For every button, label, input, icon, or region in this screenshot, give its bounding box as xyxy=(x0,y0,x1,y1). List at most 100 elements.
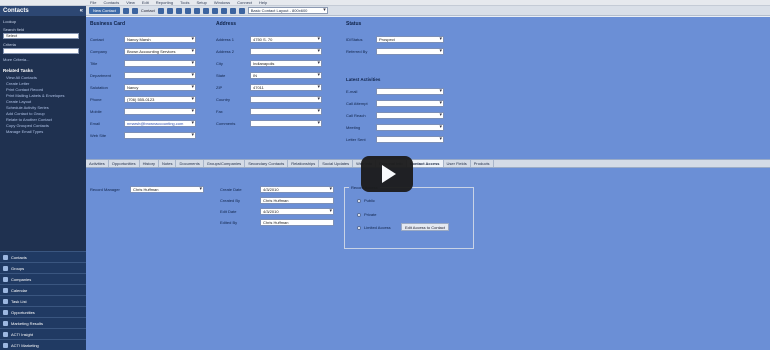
field-row: Contact Nancy Marsh xyxy=(90,35,196,44)
previous-record-icon[interactable] xyxy=(166,7,173,14)
first-record-icon[interactable] xyxy=(157,7,164,14)
field-value[interactable] xyxy=(250,96,322,103)
created-by-field[interactable]: Chris Huffman xyxy=(260,197,334,204)
tab-user-fields[interactable]: User Fields xyxy=(444,160,471,167)
field-value[interactable]: (706) 555-0123 xyxy=(124,96,196,103)
limited-option[interactable]: Limited Access xyxy=(357,225,391,230)
nav-item-4[interactable]: Task List xyxy=(0,295,86,306)
tab-activities[interactable]: Activities xyxy=(86,160,109,167)
field-value[interactable]: Brown Accounting Services xyxy=(124,48,196,55)
video-play-button[interactable] xyxy=(361,156,413,192)
nav-label: Opportunities xyxy=(11,309,35,315)
collapse-icon[interactable]: « xyxy=(80,8,83,14)
field-value[interactable] xyxy=(124,132,196,139)
nav-item-2[interactable]: Companies xyxy=(0,273,86,284)
tab-documents[interactable]: Documents xyxy=(176,160,204,167)
tab-products[interactable]: Products xyxy=(471,160,494,167)
field-value[interactable]: nmarsh@brownaccounting.com xyxy=(124,120,196,127)
field-row: E-mail xyxy=(346,87,444,96)
nav-icon xyxy=(3,276,8,282)
criteria-input[interactable] xyxy=(3,48,79,54)
save-icon[interactable] xyxy=(122,7,129,14)
field-value[interactable] xyxy=(376,124,444,131)
create-date-field[interactable]: 4/3/2010 xyxy=(260,186,334,193)
record-manager-select[interactable]: Chris Huffman xyxy=(130,186,204,193)
edited-by-field[interactable]: Chris Huffman xyxy=(260,219,334,226)
new-contact-button[interactable]: New Contact xyxy=(89,7,120,14)
lookup-icon[interactable] xyxy=(193,7,200,14)
phone-icon[interactable] xyxy=(211,7,218,14)
related-tasks-list: View All Contacts Create Letter Print Cont… xyxy=(0,75,86,134)
tab-relationships[interactable]: Relationships xyxy=(288,160,320,167)
record-access-group: Record Access Public Private Limited Acc… xyxy=(344,185,474,249)
tab-opportunities[interactable]: Opportunities xyxy=(109,160,140,167)
field-value[interactable]: Prospect xyxy=(376,36,444,43)
email-icon[interactable] xyxy=(202,7,209,14)
tab-social-updates[interactable]: Social Updates xyxy=(319,160,354,167)
edited-by-row: Edited By Chris Huffman xyxy=(220,218,334,227)
nav-item-7[interactable]: ACT! Insight xyxy=(0,328,86,339)
public-radio[interactable] xyxy=(357,198,361,203)
field-value[interactable]: 4750 S. 70 xyxy=(250,36,322,43)
private-radio[interactable] xyxy=(357,212,361,217)
nav-item-0[interactable]: Contacts xyxy=(0,251,86,262)
attach-icon[interactable] xyxy=(229,7,236,14)
next-record-icon[interactable] xyxy=(175,7,182,14)
print-icon[interactable] xyxy=(131,7,138,14)
contact-detail: Business Card Contact Nancy Marsh Company B… xyxy=(86,17,770,350)
tab-notes[interactable]: Notes xyxy=(159,160,177,167)
related-task-link[interactable]: Create Layout xyxy=(6,99,86,104)
private-label: Private xyxy=(364,212,377,217)
public-option[interactable]: Public xyxy=(357,198,375,203)
more-criteria-link[interactable]: More Criteria... xyxy=(3,57,83,62)
tab-history[interactable]: History xyxy=(140,160,160,167)
related-task-link[interactable]: Print Contact Record xyxy=(6,87,86,92)
field-row: Company Brown Accounting Services xyxy=(90,47,196,56)
field-value[interactable] xyxy=(250,120,322,127)
nav-item-8[interactable]: ACT! Marketing xyxy=(0,339,86,350)
field-value[interactable] xyxy=(376,136,444,143)
nav-item-3[interactable]: Calendar xyxy=(0,284,86,295)
field-row: Salutation Nancy xyxy=(90,83,196,92)
related-task-link[interactable]: Relate to Another Contact xyxy=(6,117,86,122)
related-task-link[interactable]: Manage Email Types xyxy=(6,129,86,134)
tab-secondary-contacts[interactable]: Secondary Contacts xyxy=(245,160,289,167)
layout-select[interactable]: Basic Contact Layout - 800x600 xyxy=(247,7,328,14)
nav-item-1[interactable]: Groups xyxy=(0,262,86,273)
search-field-select[interactable]: Select xyxy=(3,33,79,39)
calendar-icon[interactable] xyxy=(220,7,227,14)
tab-groups-companies[interactable]: Groups/Companies xyxy=(204,160,246,167)
field-value[interactable] xyxy=(376,100,444,107)
field-value[interactable] xyxy=(124,60,196,67)
private-option[interactable]: Private xyxy=(357,212,376,217)
nav-item-6[interactable]: Marketing Results xyxy=(0,317,86,328)
field-value[interactable] xyxy=(376,88,444,95)
field-label: Email xyxy=(90,121,101,126)
related-task-link[interactable]: Add Contact to Group xyxy=(6,111,86,116)
field-value[interactable]: Indianapolis xyxy=(250,60,322,67)
related-task-link[interactable]: Print Mailing Labels & Envelopes xyxy=(6,93,86,98)
field-row: State IN xyxy=(216,71,322,80)
field-value[interactable]: Nancy xyxy=(124,84,196,91)
field-value[interactable] xyxy=(250,108,322,115)
field-value[interactable]: Nancy Marsh xyxy=(124,36,196,43)
field-value[interactable] xyxy=(250,48,322,55)
related-task-link[interactable]: Create Letter xyxy=(6,81,86,86)
field-value[interactable]: IN xyxy=(250,72,322,79)
field-value[interactable] xyxy=(376,112,444,119)
contact-label: Contact xyxy=(140,8,155,13)
field-value[interactable] xyxy=(124,108,196,115)
history-icon[interactable] xyxy=(238,7,245,14)
field-value[interactable] xyxy=(376,48,444,55)
nav-item-5[interactable]: Opportunities xyxy=(0,306,86,317)
edit-access-button[interactable]: Edit Access to Contact xyxy=(401,223,450,231)
related-task-link[interactable]: Schedule Activity Series xyxy=(6,105,86,110)
field-value[interactable] xyxy=(124,72,196,79)
field-value[interactable]: 47011 xyxy=(250,84,322,91)
related-task-link[interactable]: View All Contacts xyxy=(6,75,86,80)
last-record-icon[interactable] xyxy=(184,7,191,14)
edit-date-field[interactable]: 4/3/2010 xyxy=(260,208,334,215)
field-label: Address 2 xyxy=(216,49,235,54)
related-task-link[interactable]: Copy Grouped Contacts xyxy=(6,123,86,128)
limited-radio[interactable] xyxy=(357,225,361,230)
